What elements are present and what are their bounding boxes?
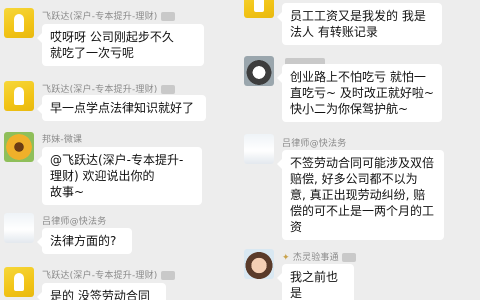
avatar[interactable]: [4, 213, 34, 243]
person-figure-icon: [14, 273, 24, 291]
sender-name: ✦ 杰灵验事通: [282, 250, 356, 263]
sender-name: 邦妹-微课: [42, 135, 83, 145]
message-bubble[interactable]: 员工工资又是我发的 我是 法人 有转账记录: [277, 3, 442, 45]
avatar[interactable]: [4, 267, 34, 297]
message-bubble[interactable]: 我之前也是: [277, 264, 354, 300]
message-bubble[interactable]: 是的 没签劳动合同: [37, 283, 166, 300]
avatar[interactable]: [244, 56, 274, 86]
redacted-mark: [160, 271, 175, 280]
person-figure-icon: [14, 87, 24, 105]
message-bubble[interactable]: @飞跃达(深户-专本提升- 理财) 欢迎说出你的 故事~: [37, 147, 202, 205]
chat-column-right: 员工工资又是我发的 我是 法人 有转账记录 创业路上不怕吃亏 就怕一 直吃亏~ …: [240, 0, 480, 300]
redacted-mark: [160, 85, 175, 94]
star-icon: ✦: [282, 253, 290, 263]
message-bubble[interactable]: 创业路上不怕吃亏 就怕一 直吃亏~ 及时改正就好啦~ 快小二为你保驾护航~: [277, 64, 442, 122]
sender-name: 吕律师@快法务: [42, 217, 107, 227]
message-bubble[interactable]: 不签劳动合同可能涉及双倍 赔偿, 好多公司都不以为 意, 真正出现劳动纠纷, 赔…: [277, 150, 444, 240]
message-bubble[interactable]: 早一点学点法律知识就好了: [37, 95, 206, 121]
avatar[interactable]: [4, 132, 34, 162]
avatar[interactable]: [4, 8, 34, 38]
avatar[interactable]: [4, 81, 34, 111]
redacted-mark: [160, 12, 175, 21]
redacted-mark: [341, 253, 356, 262]
avatar[interactable]: [244, 0, 274, 18]
sender-name: 飞跃达(深户-专本提升-理财): [42, 268, 175, 281]
person-figure-icon: [14, 14, 24, 32]
person-figure-icon: [254, 0, 264, 12]
avatar[interactable]: [244, 249, 274, 279]
avatar[interactable]: [244, 134, 274, 164]
chat-column-left: 飞跃达(深户-专本提升-理财) 哎呀呀 公司刚起步不久 就吃了一次亏呢 飞跃达(…: [0, 0, 240, 300]
sender-name: 飞跃达(深户-专本提升-理财): [42, 82, 175, 95]
message-bubble[interactable]: 法律方面的?: [37, 228, 132, 254]
sender-name: 吕律师@快法务: [282, 139, 347, 149]
message-bubble[interactable]: 哎呀呀 公司刚起步不久 就吃了一次亏呢: [37, 24, 204, 66]
sender-name: 飞跃达(深户-专本提升-理财): [42, 9, 175, 22]
